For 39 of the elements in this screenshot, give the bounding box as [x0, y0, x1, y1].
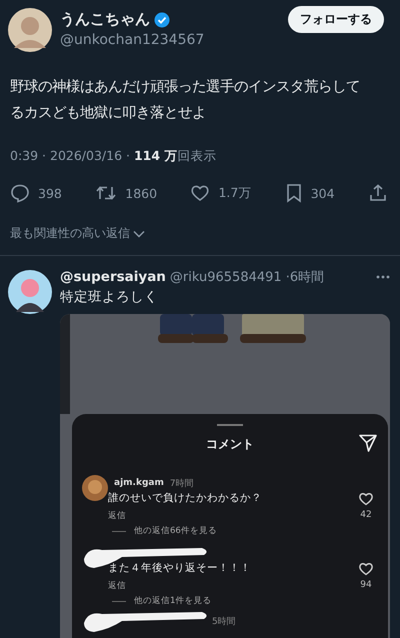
comment-text: また４年後やり返そー！！！: [108, 561, 251, 575]
reply-icon[interactable]: [10, 183, 30, 203]
attached-screenshot[interactable]: コメント ajm.kgam 7時間 誰のせいで負けたかわかるか？ 返信 他の返信66件を見る 42 また４年後やり返そー！！！ 返信 他の返信1件を見る 94 5時間: [60, 314, 390, 638]
reply-user-name: @supersaiyan: [60, 269, 166, 285]
action-count: 304: [310, 186, 335, 200]
panel-title: コメント: [206, 436, 254, 453]
avatar-icon[interactable]: [8, 8, 52, 52]
avatar-icon[interactable]: [82, 475, 108, 501]
comment-time: 7時間: [170, 478, 194, 490]
user-handle: @unkochan1234567: [60, 32, 206, 48]
action-count: 398: [38, 186, 62, 200]
heart-icon[interactable]: [190, 183, 210, 203]
heart-icon[interactable]: [358, 491, 374, 506]
heart-icon[interactable]: [358, 561, 374, 576]
share-icon[interactable]: [368, 183, 388, 203]
send-icon[interactable]: [358, 433, 378, 453]
user-name: うんこちゃん: [60, 10, 150, 29]
chevron-down-icon[interactable]: [133, 230, 145, 238]
bookmark-icon[interactable]: [284, 183, 303, 203]
action-count: 1.7万: [218, 184, 252, 202]
reply-text: 特定班よろしく: [60, 288, 159, 306]
follow-button[interactable]: フォローする: [288, 6, 384, 33]
tweet-text: 野球の神様はあんだけ頑張った選手のインスタ荒らしてるカスども地獄に叩き落とせよ: [10, 78, 361, 123]
view-replies-link[interactable]: 他の返信66件を見る: [134, 525, 217, 537]
reply-link[interactable]: 返信: [108, 580, 251, 592]
more-icon[interactable]: [376, 275, 390, 279]
like-count: 42: [360, 510, 372, 520]
view-replies-link[interactable]: 他の返信1件を見る: [134, 595, 212, 607]
comment-text: 誰のせいで負けたかわかるか？: [108, 491, 262, 505]
action-count: 1860: [125, 186, 158, 200]
comment-time: 5時間: [212, 616, 236, 628]
reply-time: ·6時間: [286, 269, 324, 286]
reply-user-handle: @riku965584491: [170, 270, 282, 284]
comment-user: ajm.kgam: [114, 478, 164, 488]
reply-link[interactable]: 返信: [108, 510, 262, 522]
like-count: 94: [360, 580, 372, 590]
sort-label[interactable]: 最も関連性の高い返信: [10, 225, 130, 242]
avatar-icon[interactable]: [8, 270, 52, 314]
tweet-meta: 0:39 · 2026/03/16 · 114 万回表示: [10, 148, 218, 165]
